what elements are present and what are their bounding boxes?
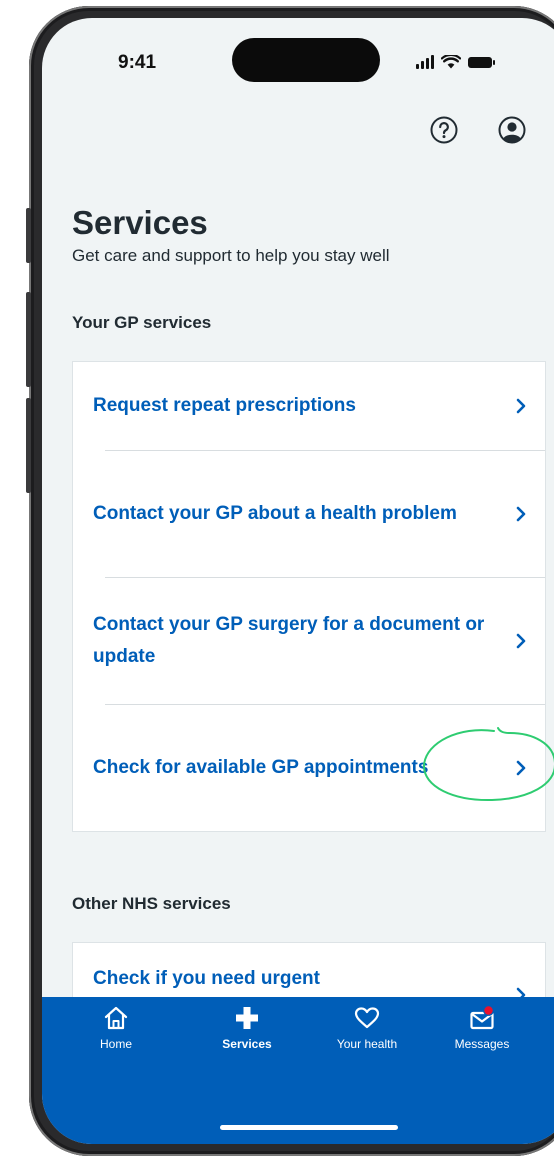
nav-item-your-health[interactable]: Your health bbox=[312, 1005, 422, 1051]
status-icons bbox=[416, 54, 495, 70]
dynamic-island bbox=[232, 38, 380, 82]
chevron-right-icon bbox=[516, 633, 526, 648]
list-item-label: Check if you need urgent bbox=[93, 968, 320, 989]
nav-item-messages[interactable]: Messages bbox=[427, 1005, 537, 1051]
bottom-nav: Home Services Your health Messages bbox=[42, 997, 554, 1144]
status-time: 9:41 bbox=[118, 52, 157, 73]
header-actions bbox=[430, 116, 526, 144]
mail-icon bbox=[470, 1005, 494, 1030]
wifi-icon bbox=[441, 55, 461, 69]
account-icon[interactable] bbox=[498, 116, 526, 144]
nav-label: Home bbox=[99, 1037, 132, 1051]
nav-label: Services bbox=[222, 1037, 272, 1051]
heart-icon bbox=[354, 1007, 380, 1029]
nav-label: Messages bbox=[454, 1037, 510, 1051]
list-item-check-gp-appointments[interactable]: Check for available GP appointments bbox=[73, 704, 545, 831]
list-item-label: Contact your GP about a health problem bbox=[93, 502, 457, 524]
list-item-label: Check for available GP appointments bbox=[93, 756, 429, 778]
gp-services-heading: Your GP services bbox=[72, 313, 212, 332]
list-item-contact-gp-surgery-document[interactable]: Contact your GP surgery for a document o… bbox=[73, 577, 545, 704]
help-circle-icon[interactable] bbox=[430, 116, 458, 144]
signal-icon bbox=[416, 55, 434, 69]
side-button bbox=[26, 398, 31, 493]
list-item-contact-gp-health-problem[interactable]: Contact your GP about a health problem bbox=[73, 450, 545, 577]
nav-item-home[interactable]: Home bbox=[61, 1005, 171, 1051]
side-button bbox=[26, 292, 31, 387]
app-screen: 9:41 Services Get care and support to he… bbox=[42, 18, 554, 1144]
list-item-label: Request repeat prescriptions bbox=[93, 395, 356, 416]
page-subtitle: Get care and support to help you stay we… bbox=[72, 246, 390, 265]
nav-label: Your health bbox=[336, 1037, 398, 1051]
chevron-right-icon bbox=[516, 760, 526, 775]
nav-item-services[interactable]: Services bbox=[192, 1005, 302, 1051]
home-icon bbox=[104, 1006, 128, 1030]
chevron-right-icon bbox=[516, 398, 526, 414]
page-title: Services bbox=[72, 204, 208, 241]
other-services-heading: Other NHS services bbox=[72, 894, 231, 913]
list-item-label: Contact your GP surgery for a document o… bbox=[93, 613, 485, 667]
chevron-right-icon bbox=[516, 506, 526, 521]
list-item-request-repeat-prescriptions[interactable]: Request repeat prescriptions bbox=[73, 362, 545, 450]
plus-icon bbox=[236, 1007, 258, 1029]
side-button bbox=[26, 208, 31, 263]
battery-icon bbox=[468, 56, 495, 68]
gp-services-card: Request repeat prescriptions Contact you… bbox=[72, 361, 546, 832]
home-indicator bbox=[220, 1125, 398, 1130]
